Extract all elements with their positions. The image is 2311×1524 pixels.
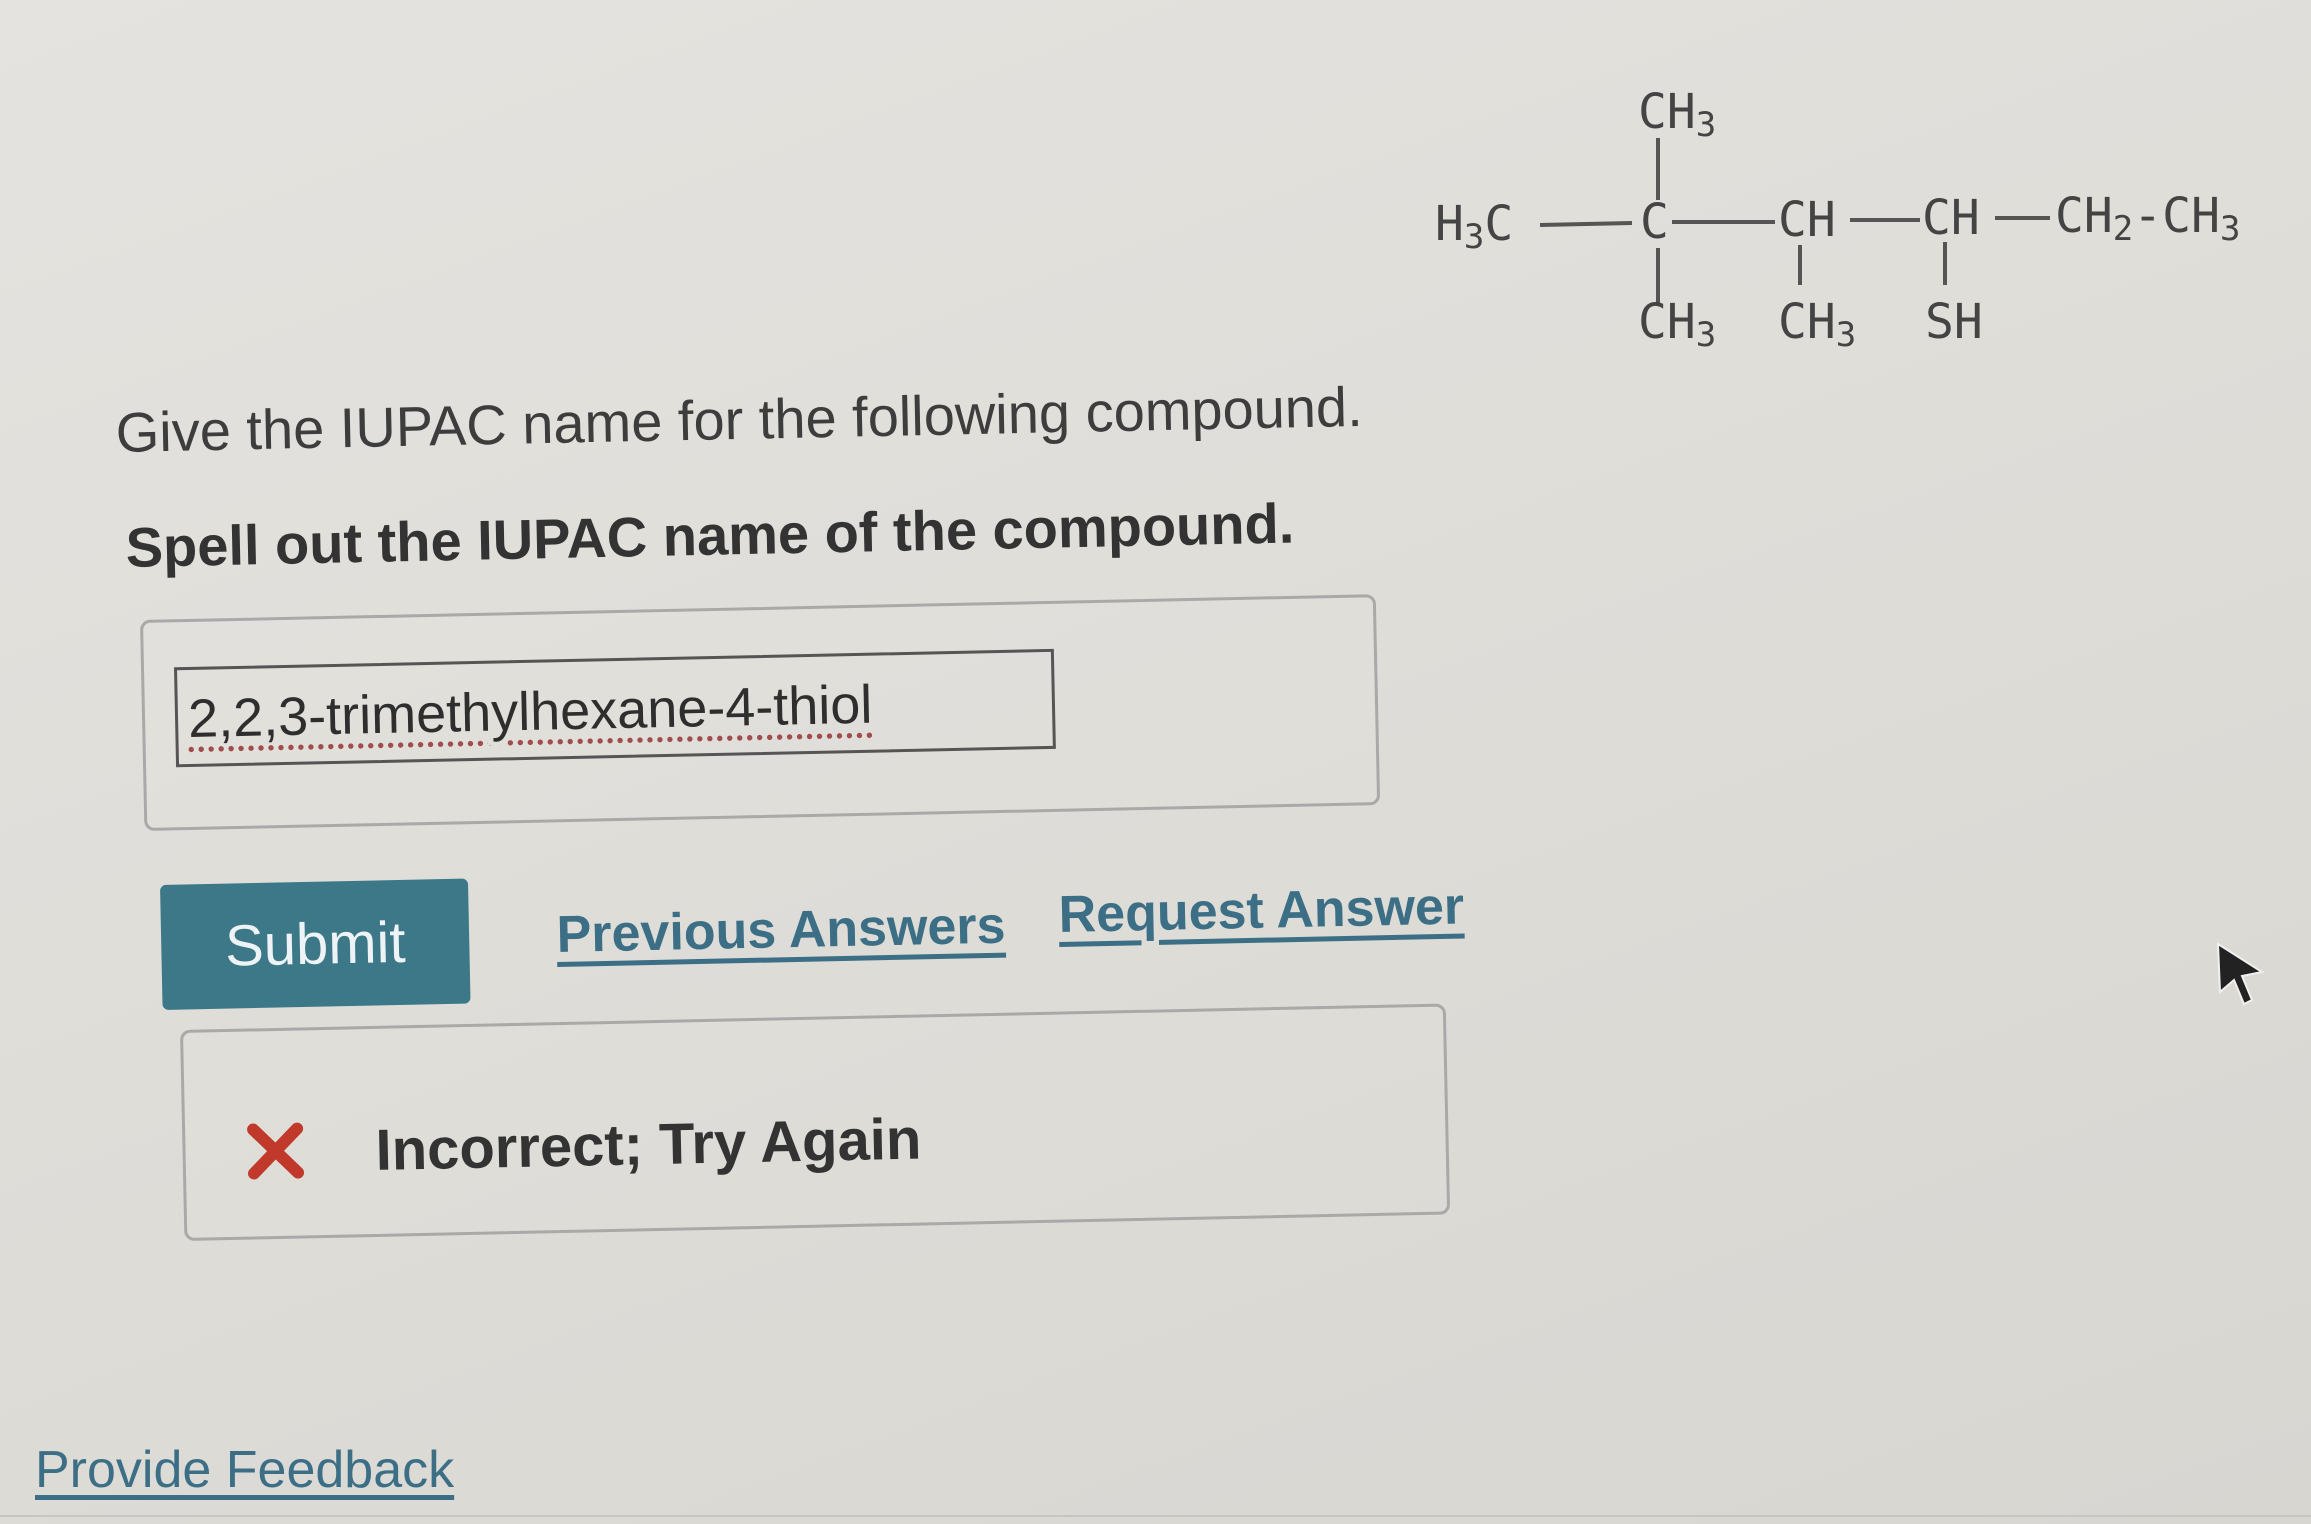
cursor-icon xyxy=(2216,942,2265,1006)
x-icon xyxy=(247,1122,305,1180)
answer-input-value: 2,2,3-trimethylhexane-4-thiol xyxy=(187,674,873,750)
tail-label: CH2-CH3 xyxy=(2055,188,2240,249)
quaternary-carbon-label: C xyxy=(1640,194,1669,250)
left-methyl-label: H3C xyxy=(1435,196,1513,257)
question-prompt: Give the IUPAC name for the following co… xyxy=(115,374,1364,464)
feedback-status-text: Incorrect; Try Again xyxy=(374,1106,922,1183)
c4-label: CH xyxy=(1922,190,1980,246)
provide-feedback-link[interactable]: Provide Feedback xyxy=(35,1440,454,1500)
answer-panel: 2,2,3-trimethylhexane-4-thiol xyxy=(140,594,1381,831)
thiol-label: SH xyxy=(1925,294,1983,350)
previous-answers-link[interactable]: Previous Answers xyxy=(556,896,1006,965)
c3-label: CH xyxy=(1778,192,1836,248)
bottom-divider xyxy=(0,1515,2311,1517)
c3-methyl-label: CH3 xyxy=(1778,294,1856,355)
compound-structure: CH3 H3C C CH CH CH2-CH3 CH3 CH3 SH xyxy=(1400,70,2300,390)
answer-input[interactable]: 2,2,3-trimethylhexane-4-thiol xyxy=(173,648,1056,768)
submit-button[interactable]: Submit xyxy=(160,878,471,1010)
top-methyl-label: CH3 xyxy=(1638,84,1716,145)
bond-left xyxy=(1539,221,1633,227)
feedback-panel: Incorrect; Try Again xyxy=(180,1003,1451,1241)
structure-svg: CH3 H3C C CH CH CH2-CH3 CH3 CH3 SH xyxy=(1435,84,2240,355)
c2-methyl-label: CH3 xyxy=(1638,294,1716,355)
question-instruction: Spell out the IUPAC name of the compound… xyxy=(125,491,1295,579)
request-answer-link[interactable]: Request Answer xyxy=(1058,877,1465,945)
